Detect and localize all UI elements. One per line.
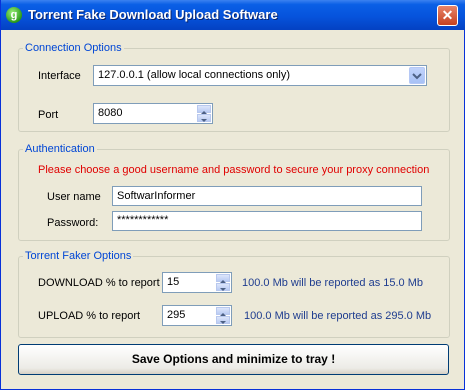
port-label: Port bbox=[38, 109, 59, 121]
download-spinner[interactable] bbox=[216, 274, 230, 291]
port-spin-up[interactable] bbox=[197, 105, 211, 114]
password-label: Password: bbox=[47, 217, 99, 229]
close-icon: ✕ bbox=[441, 7, 454, 23]
username-label: User name bbox=[47, 191, 101, 203]
upload-spinner[interactable] bbox=[216, 307, 230, 324]
upload-percent-field[interactable]: 295 bbox=[162, 305, 232, 326]
upload-spin-up[interactable] bbox=[216, 307, 230, 316]
port-value: 8080 bbox=[98, 107, 123, 119]
username-value: SoftwarInformer bbox=[117, 190, 196, 202]
password-value: ************ bbox=[117, 214, 169, 226]
torrent-faker-legend: Torrent Faker Options bbox=[25, 250, 132, 262]
torrent-faker-group: Torrent Faker Options bbox=[18, 250, 450, 338]
port-spinner[interactable] bbox=[197, 105, 211, 122]
chevron-down-icon bbox=[412, 73, 422, 80]
save-and-minimize-button[interactable]: Save Options and minimize to tray ! bbox=[18, 344, 449, 375]
interface-select[interactable]: 127.0.0.1 (allow local connections only) bbox=[93, 65, 427, 86]
username-field[interactable]: SoftwarInformer bbox=[112, 186, 422, 206]
connection-options-group: Connection Options bbox=[18, 42, 450, 132]
download-percent-value: 15 bbox=[167, 276, 180, 288]
interface-label: Interface bbox=[38, 70, 81, 82]
upload-percent-label: UPLOAD % to report bbox=[38, 310, 141, 322]
down-arrow-icon bbox=[220, 288, 226, 291]
connection-options-legend: Connection Options bbox=[25, 42, 122, 54]
security-notice: Please choose a good username and passwo… bbox=[38, 164, 430, 176]
authentication-legend: Authentication bbox=[25, 143, 95, 155]
down-arrow-icon bbox=[201, 119, 207, 122]
download-percent-field[interactable]: 15 bbox=[162, 272, 232, 293]
download-percent-label: DOWNLOAD % to report bbox=[38, 277, 160, 289]
title-bar[interactable]: g Torrent Fake Download Upload Software … bbox=[1, 0, 465, 30]
upload-report-info: 100.0 Mb will be reported as 295.0 Mb bbox=[244, 310, 432, 322]
password-field[interactable]: ************ bbox=[112, 211, 422, 231]
upload-spin-down[interactable] bbox=[216, 316, 230, 324]
close-button[interactable]: ✕ bbox=[437, 5, 458, 26]
download-spin-down[interactable] bbox=[216, 283, 230, 291]
upload-percent-value: 295 bbox=[167, 309, 186, 321]
main-window: g Torrent Fake Download Upload Software … bbox=[0, 0, 465, 390]
download-spin-up[interactable] bbox=[216, 274, 230, 283]
download-report-info: 100.0 Mb will be reported as 15.0 Mb bbox=[242, 277, 423, 289]
port-field[interactable]: 8080 bbox=[93, 103, 213, 124]
down-arrow-icon bbox=[220, 321, 226, 324]
window-title: Torrent Fake Download Upload Software bbox=[28, 7, 278, 22]
port-spin-down[interactable] bbox=[197, 114, 211, 122]
interface-dropdown-button[interactable] bbox=[409, 67, 425, 84]
interface-select-value: 127.0.0.1 (allow local connections only) bbox=[98, 69, 291, 81]
app-icon: g bbox=[6, 7, 22, 23]
